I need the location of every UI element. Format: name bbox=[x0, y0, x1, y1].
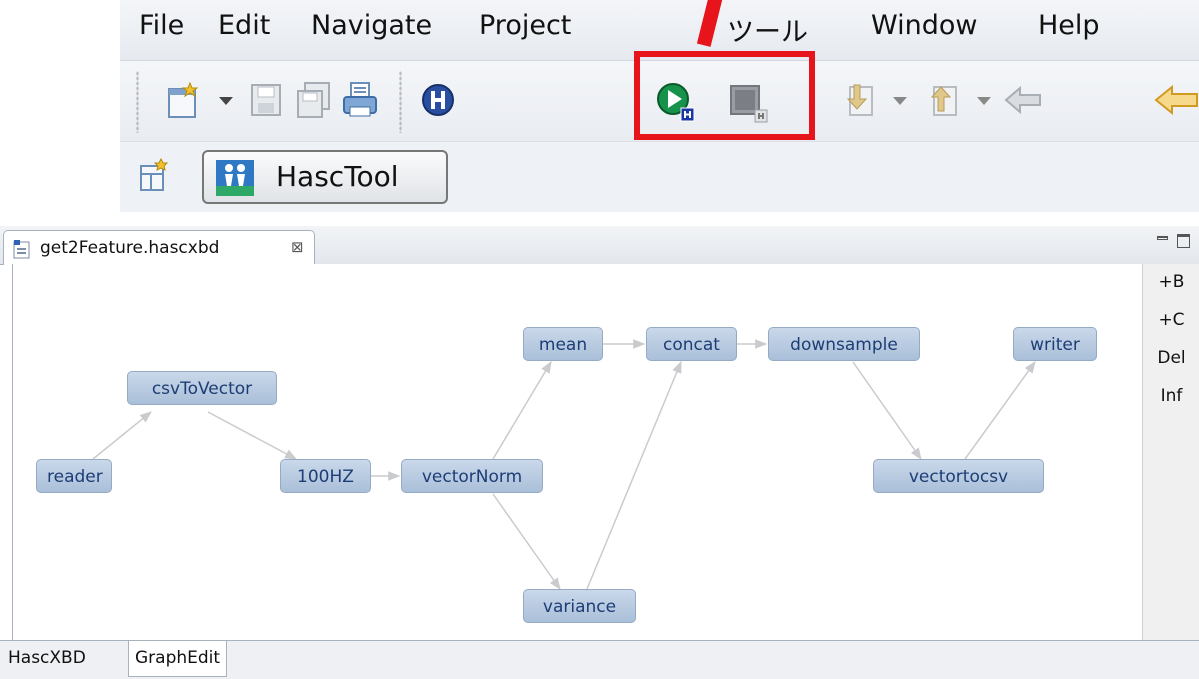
menu-navigate[interactable]: Navigate bbox=[311, 10, 432, 41]
node-mean[interactable]: mean bbox=[523, 327, 603, 361]
tab-hascxbd[interactable]: HascXBD bbox=[2, 641, 92, 677]
menu-project[interactable]: Project bbox=[479, 10, 571, 41]
perspective-bar: HascTool bbox=[120, 142, 1199, 212]
info-button[interactable]: Inf bbox=[1143, 386, 1199, 406]
menu-edit[interactable]: Edit bbox=[218, 10, 270, 41]
menu-file[interactable]: File bbox=[139, 10, 184, 41]
previous-annotation-dropdown-icon[interactable] bbox=[977, 97, 991, 105]
edge-variance-concat bbox=[586, 360, 682, 590]
print-icon[interactable] bbox=[342, 81, 378, 119]
menu-tools[interactable]: ツール bbox=[727, 10, 808, 49]
edge-reader-csvtovector bbox=[92, 411, 152, 460]
edge-downsample-vectortocsv bbox=[852, 361, 922, 460]
hasc-h-icon[interactable] bbox=[421, 83, 455, 117]
forward-icon[interactable] bbox=[1154, 85, 1199, 115]
hascxbd-file-icon bbox=[13, 240, 30, 259]
graph-editor: get2Feature.hascxbd ⊠ reader csvToVector bbox=[0, 226, 1199, 679]
new-dropdown-arrow-icon[interactable] bbox=[219, 97, 233, 105]
toolbar-grip[interactable] bbox=[399, 71, 402, 133]
new-wizard-icon[interactable] bbox=[166, 81, 202, 121]
delete-button[interactable]: Del bbox=[1143, 348, 1199, 368]
back-icon[interactable] bbox=[1004, 85, 1044, 115]
node-vectornorm[interactable]: vectorNorm bbox=[401, 459, 543, 493]
save-icon[interactable] bbox=[250, 83, 282, 117]
add-block-button[interactable]: +B bbox=[1143, 272, 1199, 292]
node-csvtovector[interactable]: csvToVector bbox=[127, 371, 277, 405]
node-variance[interactable]: variance bbox=[523, 589, 636, 623]
node-concat[interactable]: concat bbox=[646, 327, 737, 361]
editor-bottom-tabs: HascXBD GraphEdit bbox=[0, 640, 1199, 679]
add-connection-button[interactable]: +C bbox=[1143, 310, 1199, 330]
graph-edges bbox=[92, 339, 1036, 590]
edge-vectornorm-variance bbox=[492, 493, 561, 590]
tab-title: get2Feature.hascxbd bbox=[40, 238, 220, 258]
node-downsample[interactable]: downsample bbox=[768, 327, 920, 361]
maximize-icon[interactable] bbox=[1177, 234, 1190, 248]
run-stop-highlight-box bbox=[634, 51, 815, 140]
next-annotation-dropdown-icon[interactable] bbox=[893, 97, 907, 105]
node-100hz[interactable]: 100HZ bbox=[280, 459, 371, 493]
minimize-icon[interactable] bbox=[1157, 236, 1168, 240]
edge-vectortocsv-writer bbox=[964, 361, 1036, 460]
node-vectortocsv[interactable]: vectortocsv bbox=[873, 459, 1044, 493]
toolbar-grip[interactable] bbox=[136, 71, 139, 133]
edge-vectornorm-mean bbox=[492, 360, 552, 460]
menu-window[interactable]: Window bbox=[871, 10, 977, 41]
tab-get2feature[interactable]: get2Feature.hascxbd ⊠ bbox=[3, 230, 315, 265]
graph-side-panel: +B +C Del Inf bbox=[1142, 264, 1199, 640]
previous-annotation-icon[interactable] bbox=[924, 81, 960, 121]
edge-csvtovector-100hz bbox=[207, 411, 298, 460]
save-all-icon[interactable] bbox=[295, 81, 331, 119]
hasctool-icon bbox=[216, 160, 254, 196]
graph-canvas[interactable]: reader csvToVector 100HZ vectorNorm mean… bbox=[12, 264, 1143, 640]
node-reader[interactable]: reader bbox=[36, 459, 112, 493]
next-annotation-icon[interactable] bbox=[840, 81, 876, 121]
tab-graphedit[interactable]: GraphEdit bbox=[128, 641, 228, 677]
hasctool-perspective-label: HascTool bbox=[276, 160, 399, 193]
workbench-header: File Edit Navigate Project ツール Window He… bbox=[120, 0, 1199, 212]
hasctool-perspective-button[interactable]: HascTool bbox=[202, 150, 448, 204]
node-writer[interactable]: writer bbox=[1013, 327, 1097, 361]
editor-tab-bar: get2Feature.hascxbd ⊠ bbox=[0, 226, 1199, 265]
open-perspective-icon[interactable] bbox=[139, 158, 171, 194]
menu-help[interactable]: Help bbox=[1038, 10, 1100, 41]
close-tab-icon[interactable]: ⊠ bbox=[291, 238, 304, 256]
